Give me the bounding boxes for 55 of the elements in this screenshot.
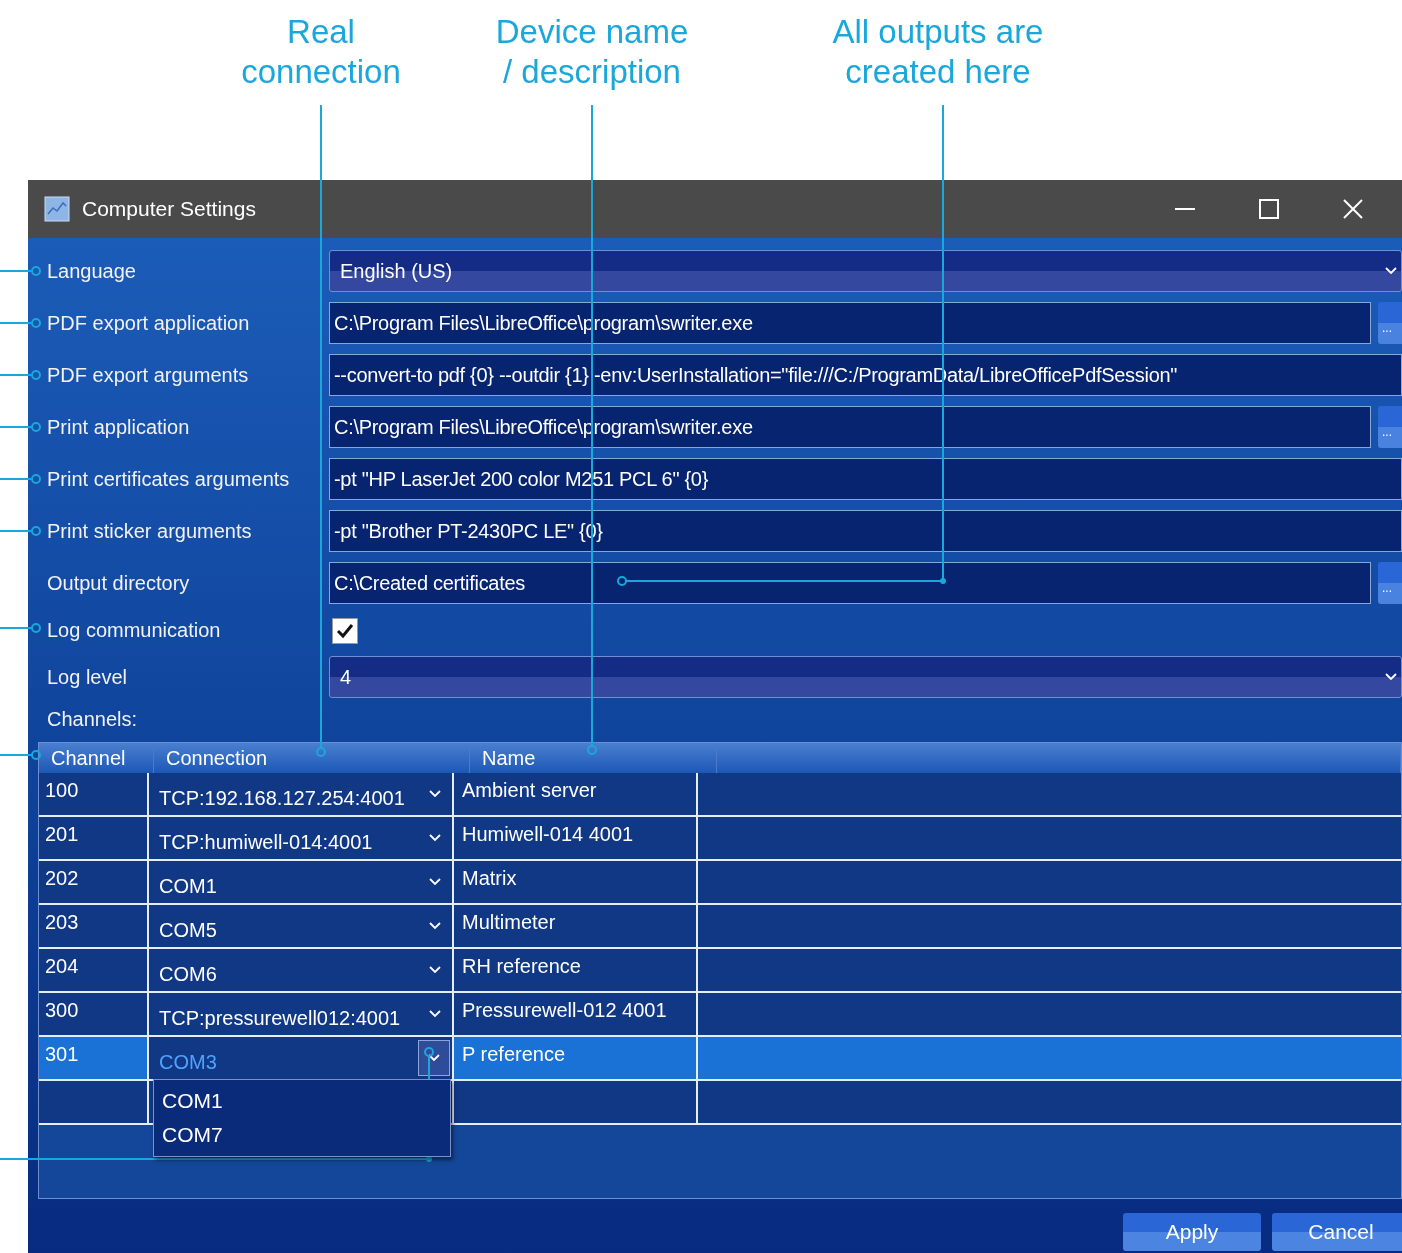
table-cell: 201	[45, 823, 79, 846]
input-field[interactable]: C:\Program Files\LibreOffice\program\swriter.exe	[329, 406, 1371, 448]
connection-dropdown[interactable]: COM6	[149, 949, 452, 991]
table-cell: 301	[45, 1043, 79, 1066]
table-cell: 100	[45, 779, 79, 802]
input-field[interactable]: -pt "HP LaserJet 200 color M251 PCL 6" {0}	[329, 458, 1402, 500]
setting-label: Log level	[47, 665, 128, 689]
table-row[interactable]: 201 TCP:humiwell-014:4001 Humiwell-014 4001	[39, 817, 1401, 861]
table-row[interactable]: 202 COM1 Matrix	[39, 861, 1401, 905]
window-title: Computer Settings	[82, 197, 256, 221]
table-cell: Pressurewell-012 4001	[462, 999, 667, 1022]
setting-label: Log communication	[47, 618, 221, 642]
table-cell: 300	[45, 999, 79, 1022]
dialog-button[interactable]: Cancel	[1272, 1213, 1402, 1251]
table-row[interactable]: 204 COM6 RH reference	[39, 949, 1401, 993]
connection-dropdown[interactable]: TCP:pressurewell012:4001	[149, 993, 452, 1035]
dialog-button[interactable]: Apply	[1123, 1213, 1261, 1251]
table-cell: Ambient server	[462, 779, 597, 802]
connection-dropdown[interactable]: TCP:192.168.127.254:4001	[149, 773, 452, 815]
table-cell: Multimeter	[462, 911, 556, 934]
dropdown-option[interactable]: COM7	[154, 1118, 450, 1152]
annotation-label: Device name / description	[494, 12, 690, 92]
annotation-label: All outputs are created here	[831, 12, 1045, 92]
input-field[interactable]: --convert-to pdf {0} --outdir {1} -env:UserInstallation="file:///C:/ProgramData/LibreOfficePdfSession"	[329, 354, 1402, 396]
connection-dropdown[interactable]: COM1	[149, 861, 452, 903]
browse-button[interactable]: ...	[1378, 562, 1402, 604]
dropdown-option[interactable]: COM1	[154, 1084, 450, 1118]
annotation-label: Real connection	[240, 12, 402, 92]
setting-label: Print sticker arguments	[47, 519, 252, 543]
table-cell: Matrix	[462, 867, 517, 890]
table-cell: 204	[45, 955, 79, 978]
connection-dropdown[interactable]: TCP:humiwell-014:4001	[149, 817, 452, 859]
setting-label: Print application	[47, 415, 190, 439]
dropdown-field[interactable]: English (US)	[329, 250, 1402, 292]
table-row[interactable]: 100 TCP:192.168.127.254:4001 Ambient server	[39, 773, 1401, 817]
table-cell: 203	[45, 911, 79, 934]
browse-button[interactable]: ...	[1378, 406, 1402, 448]
setting-label: PDF export application	[47, 311, 250, 335]
table-cell: 202	[45, 867, 79, 890]
setting-label: Print certificates arguments	[47, 467, 290, 491]
section-label: Channels:	[47, 707, 138, 731]
connection-dropdown[interactable]: COM5	[149, 905, 452, 947]
table-cell: Humiwell-014 4001	[462, 823, 634, 846]
input-field[interactable]: C:\Program Files\LibreOffice\program\swriter.exe	[329, 302, 1371, 344]
setting-label: Output directory	[47, 571, 190, 595]
table-cell: RH reference	[462, 955, 581, 978]
table-row[interactable]: 203 COM5 Multimeter	[39, 905, 1401, 949]
dropdown-field[interactable]: 4	[329, 656, 1402, 698]
setting-label: Language	[47, 259, 136, 283]
browse-button[interactable]: ...	[1378, 302, 1402, 344]
setting-label: PDF export arguments	[47, 363, 249, 387]
table-cell: P reference	[462, 1043, 566, 1066]
input-field[interactable]: C:\Created certificates	[329, 562, 1371, 604]
connection-dropdown[interactable]: COM3	[149, 1037, 452, 1079]
table-row[interactable]: 300 TCP:pressurewell012:4001 Pressurewell-012 4001	[39, 993, 1401, 1037]
